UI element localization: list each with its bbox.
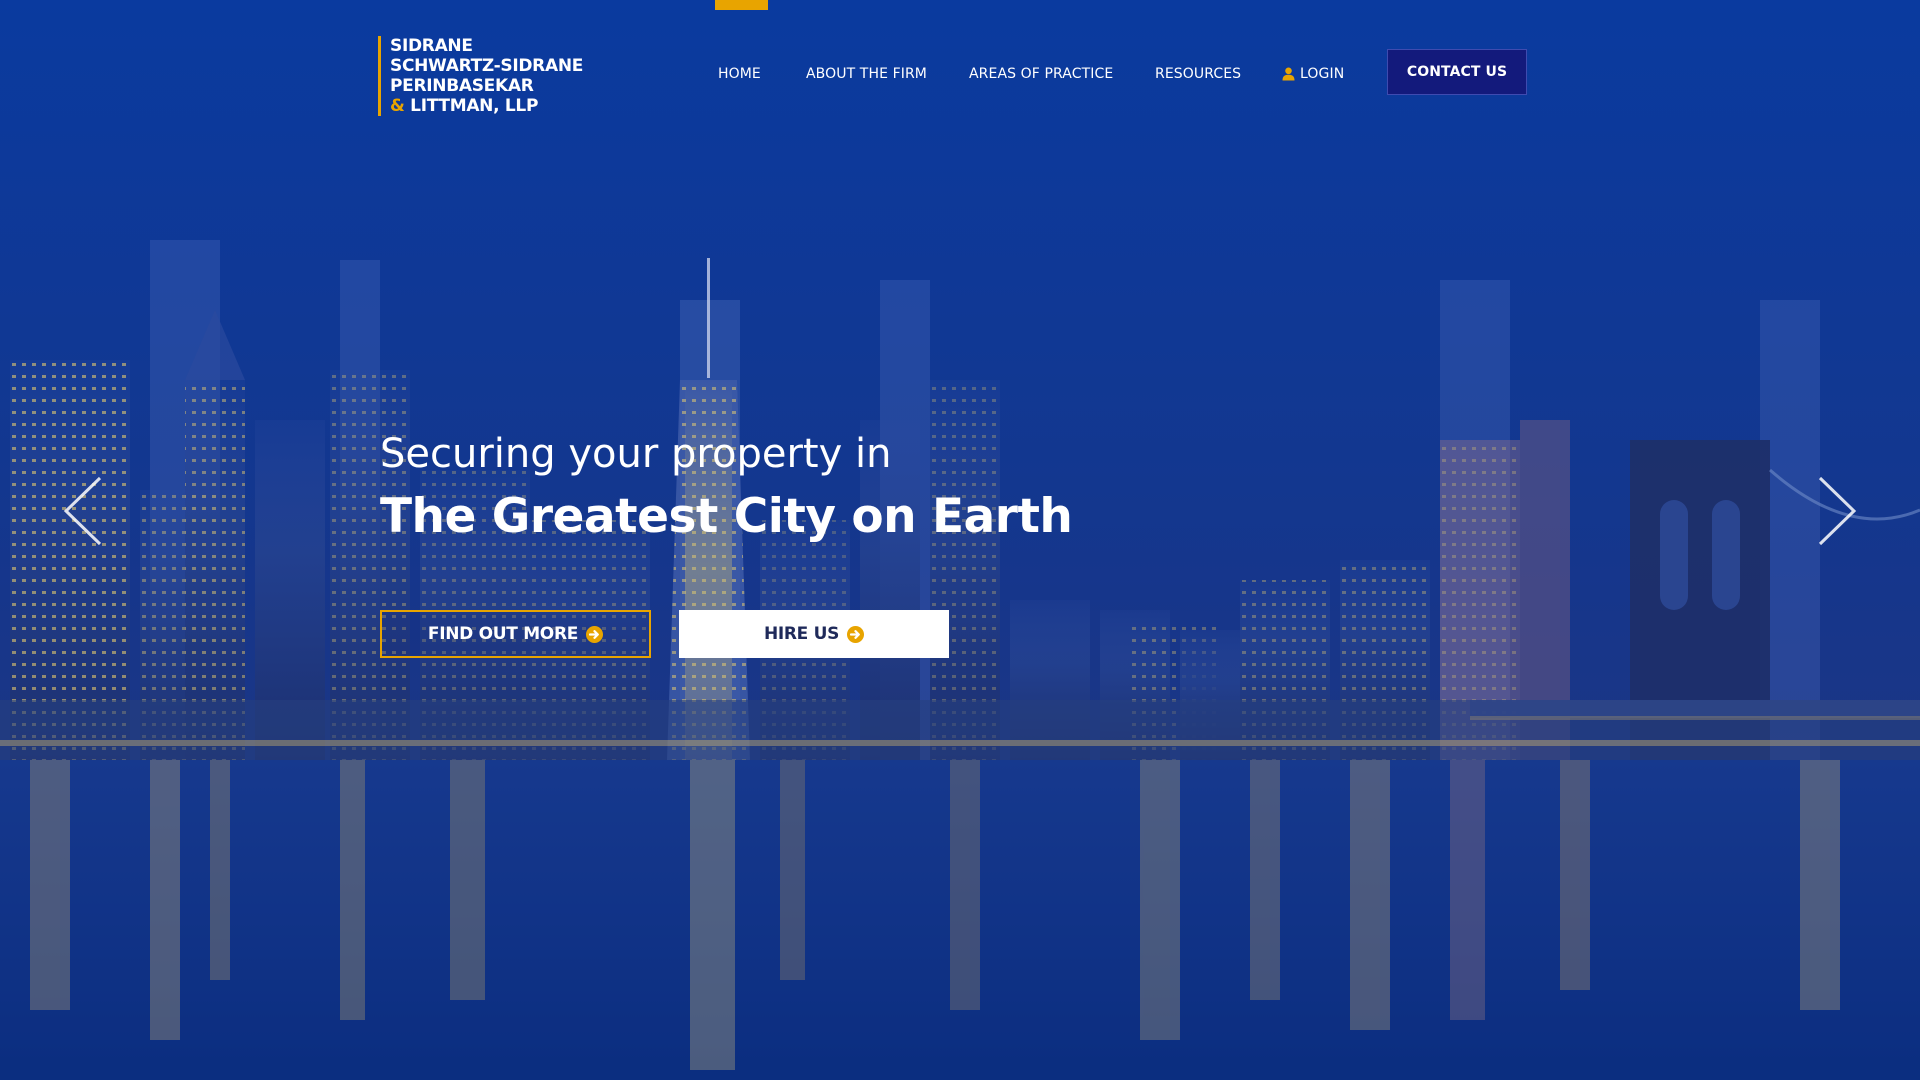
user-icon [1282,67,1295,81]
logo-line-2: SCHWARTZ-SIDRANE [390,56,584,76]
logo-line-4-text: LITTMAN, LLP [410,96,539,116]
active-nav-indicator [715,0,768,10]
logo-line-3: PERINBASEKAR [390,76,534,96]
nav-home[interactable]: HOME [718,62,761,86]
nav-resources[interactable]: RESOURCES [1155,62,1241,86]
contact-us-button[interactable]: CONTACT US [1387,49,1527,95]
logo-line-1: SIDRANE [390,36,473,56]
chevron-left-icon [63,476,102,546]
arrow-circle-right-icon [847,625,865,643]
chevron-right-icon [1818,476,1857,546]
hire-us-button[interactable]: HIRE US [679,610,949,658]
find-out-more-label: FIND OUT MORE [427,624,579,644]
nav-login[interactable]: LOGIN [1282,62,1344,86]
find-out-more-button[interactable]: FIND OUT MORE [380,610,651,658]
slider-prev-button[interactable] [62,476,106,546]
nav-areas-of-practice[interactable]: AREAS OF PRACTICE [969,62,1113,86]
arrow-circle-right-icon [586,625,604,643]
nav-login-label: LOGIN [1300,66,1345,82]
nav-about-the-firm[interactable]: ABOUT THE FIRM [806,62,927,86]
hero-slider: SIDRANE SCHWARTZ-SIDRANE PERINBASEKAR & … [0,0,1920,1080]
logo-line-4: & LITTMAN, LLP [390,96,583,116]
site-header: SIDRANE SCHWARTZ-SIDRANE PERINBASEKAR & … [0,0,1920,150]
hero-subtitle: Securing your property in [380,431,892,477]
firm-logo[interactable]: SIDRANE SCHWARTZ-SIDRANE PERINBASEKAR & … [378,36,583,116]
slider-next-button[interactable] [1814,476,1858,546]
hire-us-label: HIRE US [763,624,840,644]
logo-ampersand: & [390,96,405,116]
hero-title: The Greatest City on Earth [380,489,1073,544]
